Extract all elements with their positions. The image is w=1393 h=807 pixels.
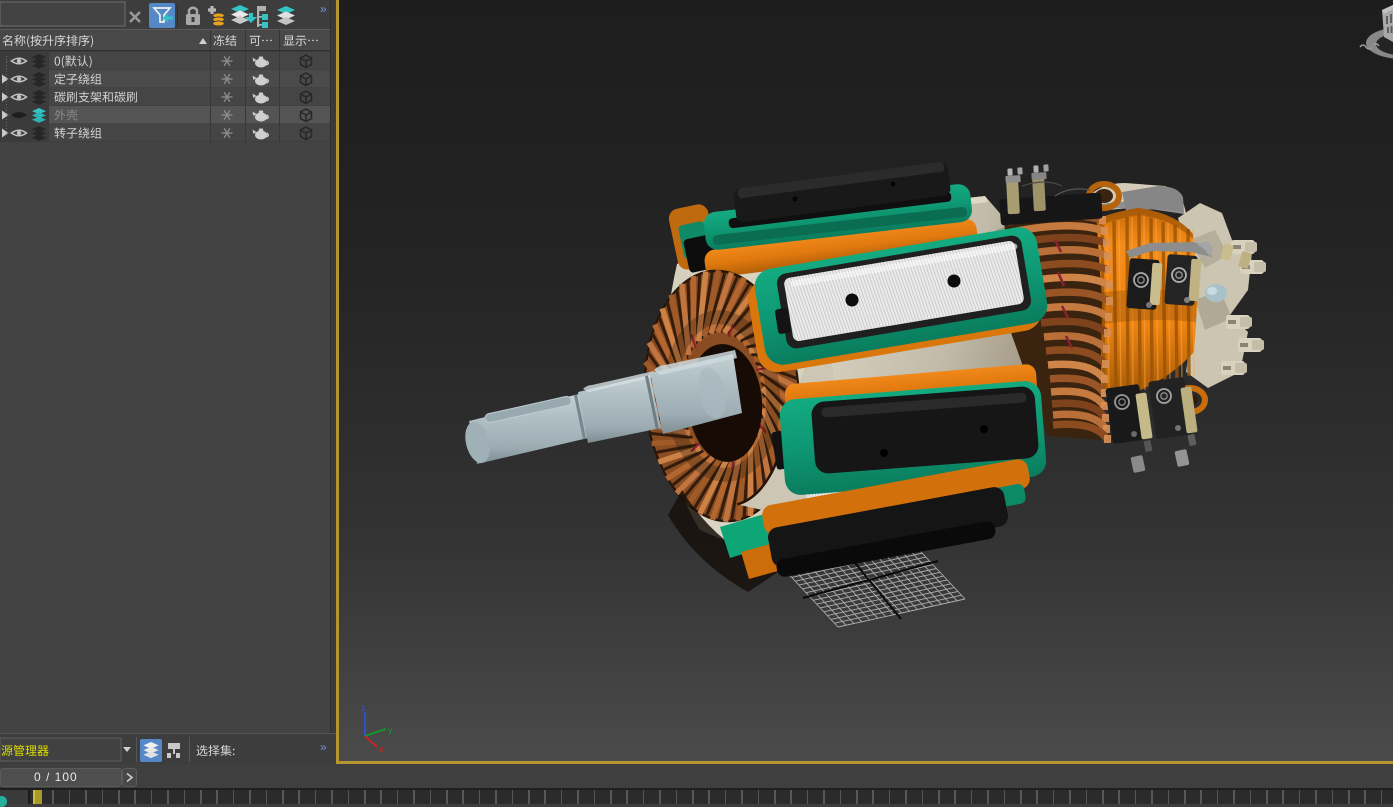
svg-text:y: y	[388, 725, 393, 735]
svg-text:z: z	[361, 703, 366, 713]
svg-text:x: x	[379, 744, 384, 754]
svg-text:»: »	[320, 740, 327, 754]
svg-text:»: »	[320, 2, 327, 16]
